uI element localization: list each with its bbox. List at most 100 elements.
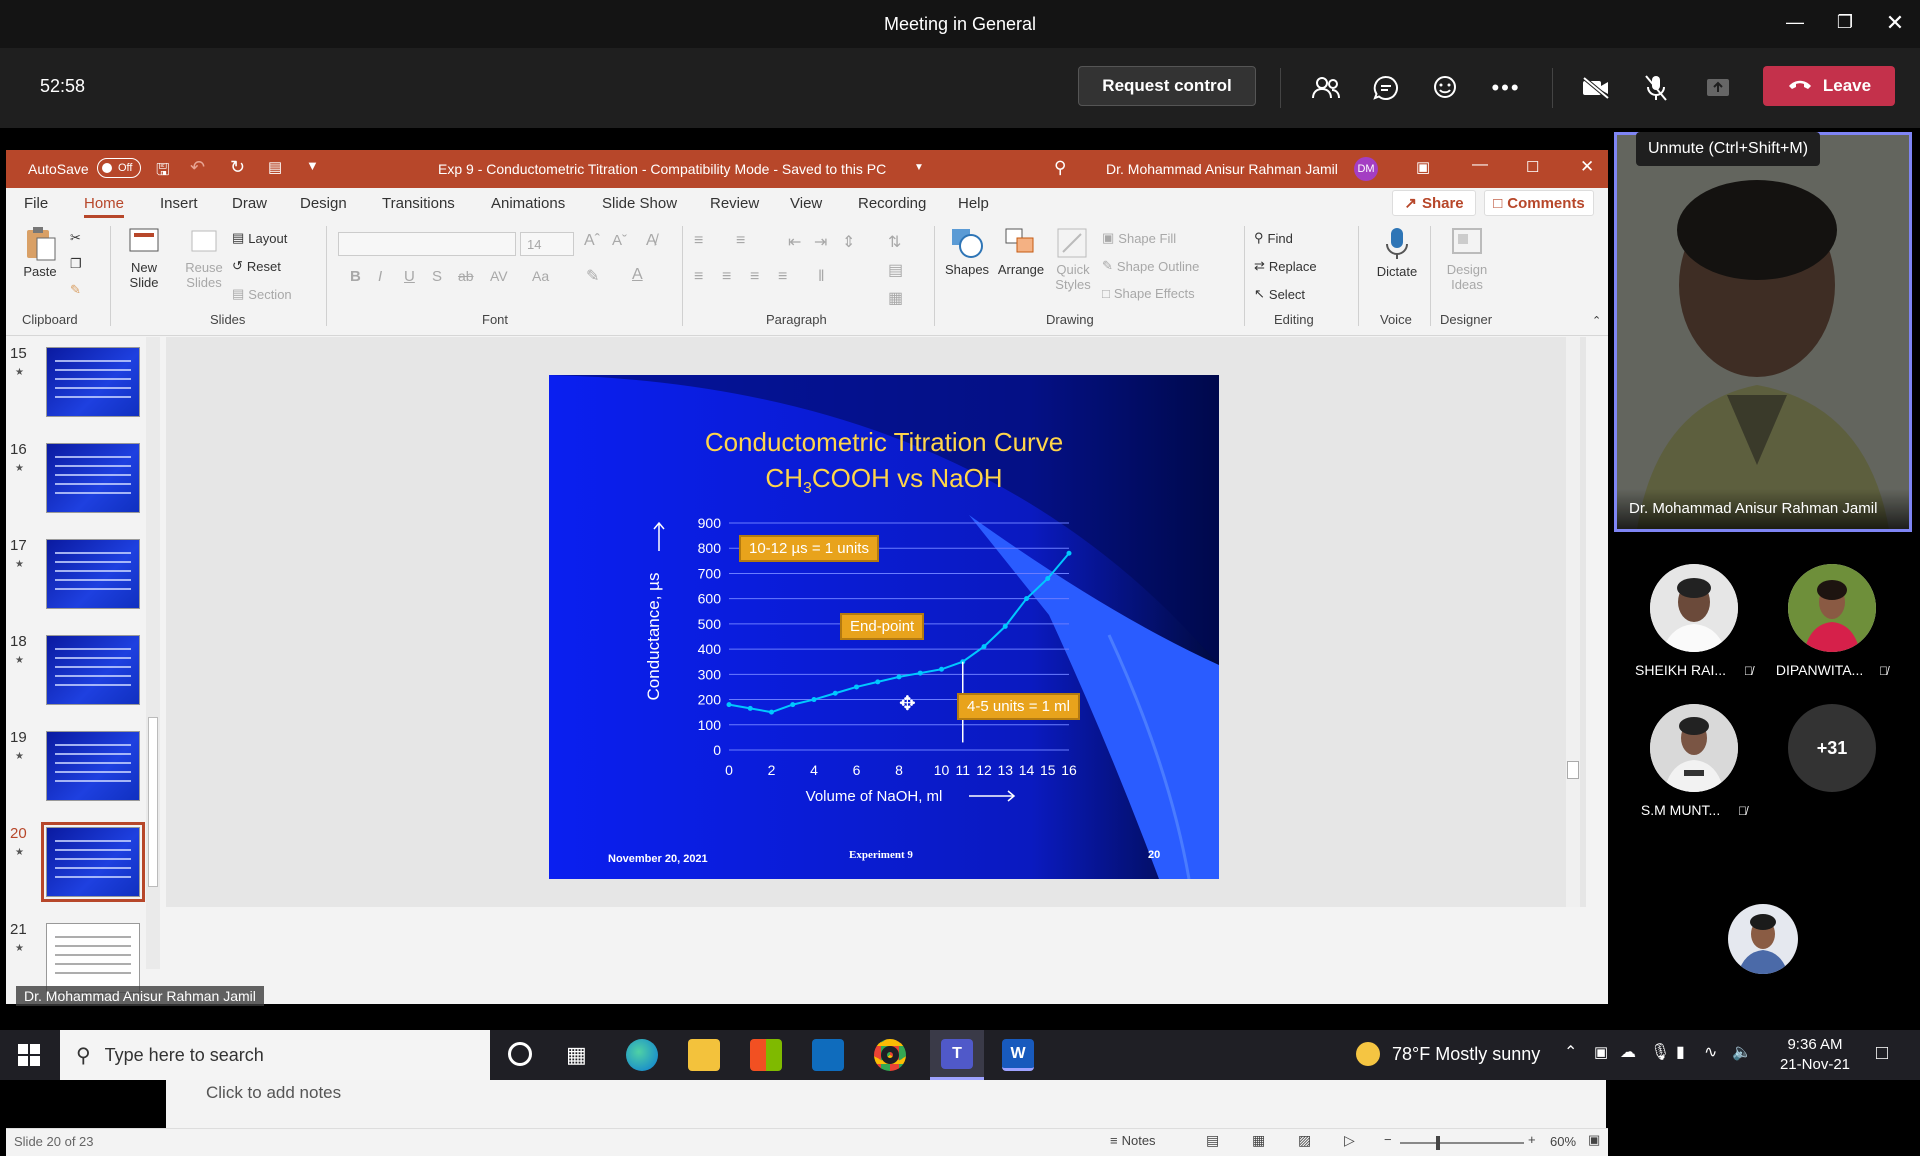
scrollbar-thumb[interactable] [1567,761,1579,779]
slideshow-view-icon[interactable]: ▷ [1344,1132,1355,1149]
search-icon[interactable]: ⚲ [1054,158,1066,178]
dictate-button[interactable]: Dictate [1372,226,1422,279]
comments-button[interactable]: □ Comments [1484,190,1594,216]
ppt-maximize-icon[interactable]: ☐ [1526,158,1539,176]
normal-view-icon[interactable]: ▤ [1206,1132,1219,1149]
paste-button[interactable]: Paste [20,226,60,279]
tab-insert[interactable]: Insert [160,195,198,212]
highlight-icon[interactable]: ✎ [586,266,599,286]
increase-indent-icon[interactable]: ⇥ [814,232,827,252]
current-slide[interactable]: 0 100 200 300 400 500 600 700 800 900 0 2 4 6 8 10 11 12 1… [549,375,1219,879]
slide-thumbnail[interactable] [46,635,140,705]
self-view-avatar[interactable] [1728,904,1798,974]
participant-tile[interactable]: S.M MUNT... 🎙̸ [1634,704,1754,818]
slide-thumbnail[interactable] [46,731,140,801]
customize-toolbar-icon[interactable]: ▼ [306,158,319,173]
chat-icon[interactable] [1368,70,1404,106]
cortana-icon[interactable] [508,1042,532,1066]
participants-icon[interactable] [1308,70,1344,106]
slide-thumbnail[interactable] [46,539,140,609]
shrink-font-icon[interactable]: Aˇ [612,232,627,249]
font-name-field[interactable] [338,232,516,256]
notifications-icon[interactable]: □ [1876,1042,1888,1065]
meet-now-icon[interactable]: ▣ [1594,1043,1608,1061]
decrease-indent-icon[interactable]: ⇤ [788,232,801,252]
reset-button[interactable]: ↺ Reset [232,258,281,274]
collapse-ribbon-icon[interactable]: ⌃ [1592,314,1601,327]
tab-design[interactable]: Design [300,195,347,212]
bold-icon[interactable]: B [350,268,361,285]
close-icon[interactable]: ✕ [1880,10,1910,36]
weather-text[interactable]: 78°F Mostly sunny [1392,1044,1540,1065]
design-ideas-button[interactable]: Design Ideas [1442,226,1492,292]
more-participants-badge[interactable]: +31 [1788,704,1876,792]
ppt-minimize-icon[interactable]: — [1472,156,1488,174]
section-button[interactable]: ▤ Section [232,286,292,302]
teams-taskbar-active[interactable]: T [930,1030,984,1080]
layout-button[interactable]: ▤ Layout [232,230,287,246]
presenter-video[interactable]: Dr. Mohammad Anisur Rahman Jamil [1614,132,1912,532]
shape-fill-button[interactable]: ▣ Shape Fill [1102,230,1176,246]
ribbon-display-icon[interactable]: ▣ [1416,158,1430,176]
shapes-button[interactable]: Shapes [944,226,990,277]
zoom-level[interactable]: 60% [1550,1134,1576,1149]
tab-animations[interactable]: Animations [491,195,565,212]
edge-icon[interactable] [626,1039,658,1071]
slide-sorter-icon[interactable]: ▦ [1252,1132,1265,1149]
reuse-slides-button[interactable]: Reuse Slides [182,226,226,290]
clear-format-icon[interactable]: A̸ [646,232,657,250]
align-right-icon[interactable]: ≡ [750,268,759,286]
onedrive-icon[interactable]: ☁ [1620,1042,1636,1062]
find-button[interactable]: ⚲ Find [1254,230,1293,246]
tab-help[interactable]: Help [958,195,989,212]
wifi-icon[interactable]: ∿ [1704,1042,1717,1062]
slide-thumbnail[interactable] [46,347,140,417]
font-color-icon[interactable]: A [632,266,643,284]
justify-icon[interactable]: ≡ [778,268,787,286]
new-slide-button[interactable]: New Slide [122,226,166,290]
underline-icon[interactable]: U [404,268,415,285]
notes-placeholder[interactable]: Click to add notes [206,1083,341,1103]
tab-draw[interactable]: Draw [232,195,267,212]
zoom-slider-thumb[interactable] [1436,1136,1440,1150]
thumbnail-scrollbar-thumb[interactable] [148,717,158,887]
slide-thumbnail[interactable] [46,443,140,513]
save-icon[interactable]: 🖫 [156,159,170,186]
camera-off-icon[interactable] [1578,70,1614,106]
participant-tile[interactable]: SHEIKH RAI... 🎙̸ [1634,564,1754,678]
share-tray-icon[interactable] [1700,70,1736,106]
clock-time[interactable]: 9:36 AM [1770,1036,1860,1053]
volume-icon[interactable]: 🔈 [1732,1042,1752,1062]
battery-icon[interactable]: ▮ [1676,1042,1685,1062]
format-painter-icon[interactable]: ✎ [70,282,81,298]
grow-font-icon[interactable]: Aˆ [584,232,600,250]
taskbar-search[interactable]: ⚲ Type here to search [60,1030,490,1080]
quick-styles-button[interactable]: Quick Styles [1050,226,1096,292]
tray-chevron-icon[interactable]: ⌃ [1564,1042,1577,1062]
tab-home[interactable]: Home [84,195,125,218]
shape-outline-button[interactable]: ✎ Shape Outline [1102,258,1199,274]
copy-icon[interactable]: ❐ [70,256,82,272]
present-icon[interactable]: ▤ [268,158,282,176]
more-options-icon[interactable]: ••• [1488,70,1524,106]
word-icon[interactable]: W [1002,1039,1034,1071]
replace-button[interactable]: ⇄ Replace [1254,258,1317,274]
reading-view-icon[interactable]: ▨ [1298,1132,1311,1149]
slide-thumbnail[interactable] [41,822,145,902]
minimize-icon[interactable]: — [1780,12,1810,33]
fit-slide-icon[interactable]: ▣ [1588,1132,1600,1148]
italic-icon[interactable]: I [378,268,382,285]
redo-icon[interactable]: ↻ [230,157,245,178]
file-explorer-icon[interactable] [688,1039,720,1071]
reactions-icon[interactable] [1428,70,1464,106]
microphone-tray-icon[interactable]: 🎙 [1650,1042,1670,1062]
align-left-icon[interactable]: ≡ [694,268,703,286]
align-text-icon[interactable]: ▤ [888,260,903,280]
select-button[interactable]: ↖ Select [1254,286,1305,302]
columns-icon[interactable]: ‖ [818,268,825,286]
shadow-icon[interactable]: S [432,268,442,285]
tab-slide-show[interactable]: Slide Show [602,195,677,212]
zoom-slider[interactable] [1400,1136,1524,1150]
tab-recording[interactable]: Recording [858,195,926,212]
document-title[interactable]: Exp 9 - Conductometric Titration - Compa… [438,161,886,177]
